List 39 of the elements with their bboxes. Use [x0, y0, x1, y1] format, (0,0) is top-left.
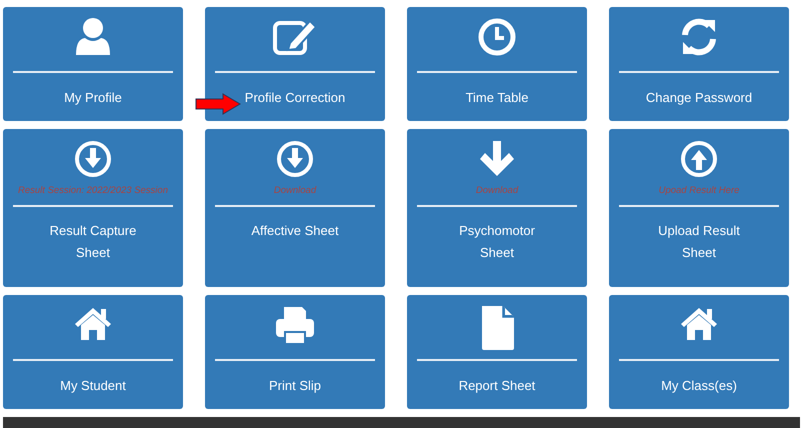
menu-tile[interactable]: Upoad Result Here Upload Result Sheet: [609, 129, 789, 287]
file-icon: [479, 305, 515, 351]
tile-title: Print Slip: [268, 377, 322, 395]
tile-title: Change Password: [646, 89, 752, 107]
tile-title: Upload Result Sheet: [658, 222, 740, 262]
tile-title: My Profile: [64, 89, 122, 107]
tile-title: Psychomotor Sheet: [459, 222, 535, 262]
tile-title: Report Sheet: [458, 377, 536, 395]
menu-tile[interactable]: My Student: [3, 295, 183, 409]
tile-note: Result Session: 2022/2023 Session: [18, 185, 168, 197]
home-icon: [679, 305, 719, 341]
tile-note: Upoad Result Here: [658, 185, 740, 197]
tile-title: Result Capture Sheet: [50, 222, 136, 262]
printer-icon: [274, 305, 316, 345]
tile-title: Affective Sheet: [251, 222, 339, 240]
menu-tile[interactable]: Change Password: [609, 7, 789, 121]
download-icon: [275, 139, 315, 179]
user-icon: [75, 17, 111, 57]
menu-tile[interactable]: Download Psychomotor Sheet: [407, 129, 587, 287]
menu-tile[interactable]: Result Session: 2022/2023 Session Result Capture Sheet: [3, 129, 183, 287]
download-icon: [73, 139, 113, 179]
tile-note: Download: [274, 185, 316, 197]
down-arrow-icon: [477, 139, 517, 179]
menu-tile[interactable]: Time Table: [407, 7, 587, 121]
tile-title: Time Table: [466, 89, 528, 107]
clock-icon: [477, 17, 517, 57]
tile-note: Download: [476, 185, 518, 197]
menu-tile[interactable]: Report Sheet: [407, 295, 587, 409]
home-icon: [73, 305, 113, 341]
menu-tile[interactable]: My Profile: [3, 7, 183, 121]
tile-title: Profile Correction: [244, 89, 346, 107]
menu-tile[interactable]: Print Slip: [205, 295, 385, 409]
tile-title: My Class(es): [661, 377, 737, 395]
tile-title: My Student: [60, 377, 126, 395]
menu-tile[interactable]: Download Affective Sheet: [205, 129, 385, 287]
menu-tile[interactable]: My Class(es): [609, 295, 789, 409]
menu-tile[interactable]: Profile Correction: [205, 7, 385, 121]
refresh-icon: [679, 17, 719, 57]
upload-icon: [679, 139, 719, 179]
